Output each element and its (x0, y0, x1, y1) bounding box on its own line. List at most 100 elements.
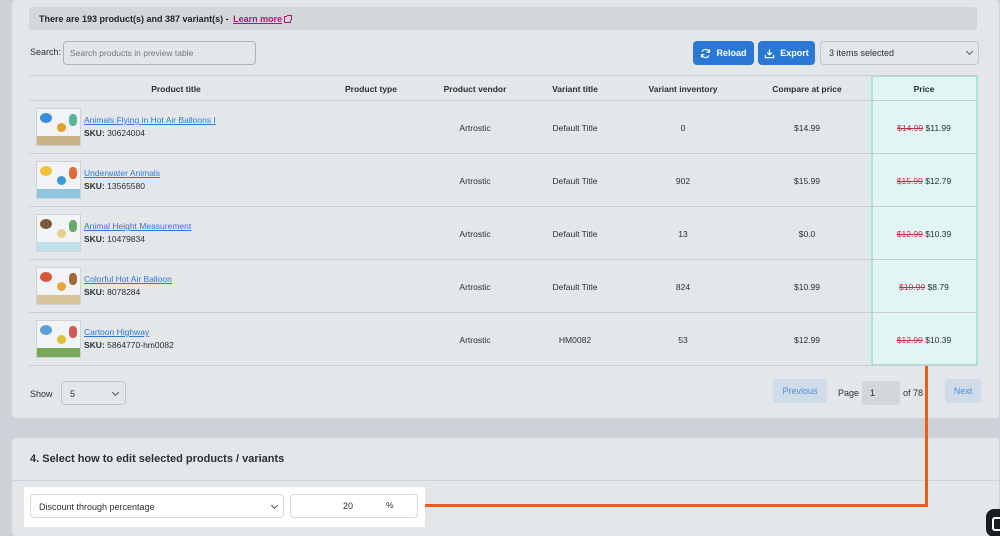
sku-label: SKU: (84, 340, 105, 350)
table-row: Underwater Animals SKU: 13565580 Artrost… (29, 154, 978, 207)
info-banner: There are 193 product(s) and 387 variant… (29, 7, 977, 30)
annotation-connector-vertical (925, 366, 928, 507)
chevron-down-icon (965, 47, 974, 56)
sku-label: SKU: (84, 287, 105, 297)
compare-at-price: $10.99 (794, 282, 820, 292)
product-vendor: Artrostic (459, 335, 491, 345)
product-thumbnail (36, 108, 81, 146)
table-row: Cartoon Highway SKU: 5864770-hm0082 Artr… (29, 313, 978, 366)
page-number-input[interactable]: 1 (862, 381, 900, 405)
header-product-type: Product type (345, 84, 397, 94)
selection-label: 3 items selected (829, 48, 895, 58)
learn-more-link[interactable]: Learn more (233, 14, 282, 24)
product-sku: SKU: 8078284 (84, 287, 140, 297)
table-row: Colorful Hot Air Balloon SKU: 8078284 Ar… (29, 260, 978, 313)
product-thumbnail (36, 214, 81, 252)
compare-at-price: $14.99 (794, 123, 820, 133)
compare-at-price: $15.99 (794, 176, 820, 186)
reload-button[interactable]: Reload (693, 41, 754, 65)
variant-inventory: 13 (678, 229, 688, 239)
header-variant-title: Variant title (552, 84, 598, 94)
percentage-value: 20 (343, 501, 354, 511)
variant-inventory: 53 (678, 335, 688, 345)
page-label: Page (838, 388, 860, 398)
show-label: Show (30, 389, 53, 399)
sku-value: 5864770-hm0082 (107, 340, 174, 350)
price-cell: $14.99 $11.99 (883, 123, 965, 133)
sku-value: 13565580 (107, 181, 145, 191)
edit-method-value: Discount through percentage (39, 502, 155, 512)
sku-label: SKU: (84, 181, 105, 191)
product-thumbnail (36, 161, 81, 199)
product-title-link[interactable]: Cartoon Highway (84, 327, 149, 337)
sku-label: SKU: (84, 128, 105, 138)
variant-inventory: 902 (675, 176, 691, 186)
external-link-icon[interactable] (284, 15, 293, 23)
table-header: Product title Product type Product vendo… (29, 75, 978, 101)
page-size-value: 5 (70, 389, 76, 399)
old-price: $15.99 (896, 176, 923, 186)
chat-icon[interactable] (986, 509, 1000, 536)
sku-value: 30624004 (107, 128, 145, 138)
next-button[interactable]: Next (945, 379, 981, 403)
price-cell: $12.99 $10.39 (883, 335, 965, 345)
product-vendor: Artrostic (459, 123, 491, 133)
header-price: Price (913, 84, 935, 94)
percentage-input[interactable] (290, 494, 418, 518)
section-divider (12, 480, 999, 481)
variant-inventory: 824 (675, 282, 691, 292)
chevron-down-icon (270, 501, 279, 510)
new-price: $10.39 (925, 335, 952, 345)
product-thumbnail (36, 267, 81, 305)
sku-value: 8078284 (107, 287, 141, 297)
export-button[interactable]: Export (758, 41, 815, 65)
product-sku: SKU: 30624004 (84, 128, 145, 138)
banner-text: There are 193 product(s) and 387 variant… (39, 14, 232, 24)
product-vendor: Artrostic (459, 282, 491, 292)
old-price: $14.99 (897, 123, 924, 133)
page-size-select[interactable]: 5 (61, 381, 126, 405)
product-title-link[interactable]: Animals Flying in Hot Air Balloons I (84, 115, 216, 125)
table-row: Animal Height Measurement SKU: 10479834 … (29, 207, 978, 260)
product-title-link[interactable]: Animal Height Measurement (84, 221, 191, 231)
search-label: Search: (30, 47, 62, 57)
page-total: of 78 (903, 388, 924, 398)
variant-title: HM0082 (558, 335, 592, 345)
compare-at-price: $12.99 (794, 335, 820, 345)
previous-button[interactable]: Previous (773, 379, 827, 403)
variant-title: Default Title (552, 123, 598, 133)
header-variant-inventory: Variant inventory (648, 84, 718, 94)
product-vendor: Artrostic (459, 229, 491, 239)
product-sku: SKU: 5864770-hm0082 (84, 340, 174, 350)
new-price: $11.99 (925, 123, 951, 133)
old-price: $12.99 (896, 335, 923, 345)
product-vendor: Artrostic (459, 176, 491, 186)
new-price: $12.79 (925, 176, 952, 186)
header-product-title: Product title (151, 84, 201, 94)
export-label: Export (780, 48, 809, 58)
price-cell: $12.99 $10.39 (883, 229, 965, 239)
product-title-link[interactable]: Underwater Animals (84, 168, 160, 178)
variant-inventory: 0 (680, 123, 686, 133)
product-title-link[interactable]: Colorful Hot Air Balloon (84, 274, 172, 284)
annotation-connector-horizontal (425, 504, 928, 507)
edit-method-select[interactable]: Discount through percentage (30, 494, 284, 518)
product-sku: SKU: 13565580 (84, 181, 145, 191)
old-price: $10.99 (899, 282, 926, 292)
table-row: Animals Flying in Hot Air Balloons I SKU… (29, 101, 978, 154)
reload-label: Reload (716, 48, 747, 58)
variant-title: Default Title (552, 282, 598, 292)
selection-dropdown[interactable]: 3 items selected (820, 41, 979, 65)
new-price: $8.79 (927, 282, 949, 292)
product-sku: SKU: 10479834 (84, 234, 145, 244)
section-title: 4. Select how to edit selected products … (30, 453, 285, 465)
search-input[interactable] (63, 41, 256, 65)
product-thumbnail (36, 320, 81, 358)
variant-title: Default Title (552, 176, 598, 186)
chevron-down-icon (111, 388, 120, 397)
sku-label: SKU: (84, 234, 105, 244)
refresh-icon (701, 48, 711, 58)
new-price: $10.39 (925, 229, 952, 239)
compare-at-price: $0.0 (798, 229, 816, 239)
old-price: $12.99 (896, 229, 923, 239)
